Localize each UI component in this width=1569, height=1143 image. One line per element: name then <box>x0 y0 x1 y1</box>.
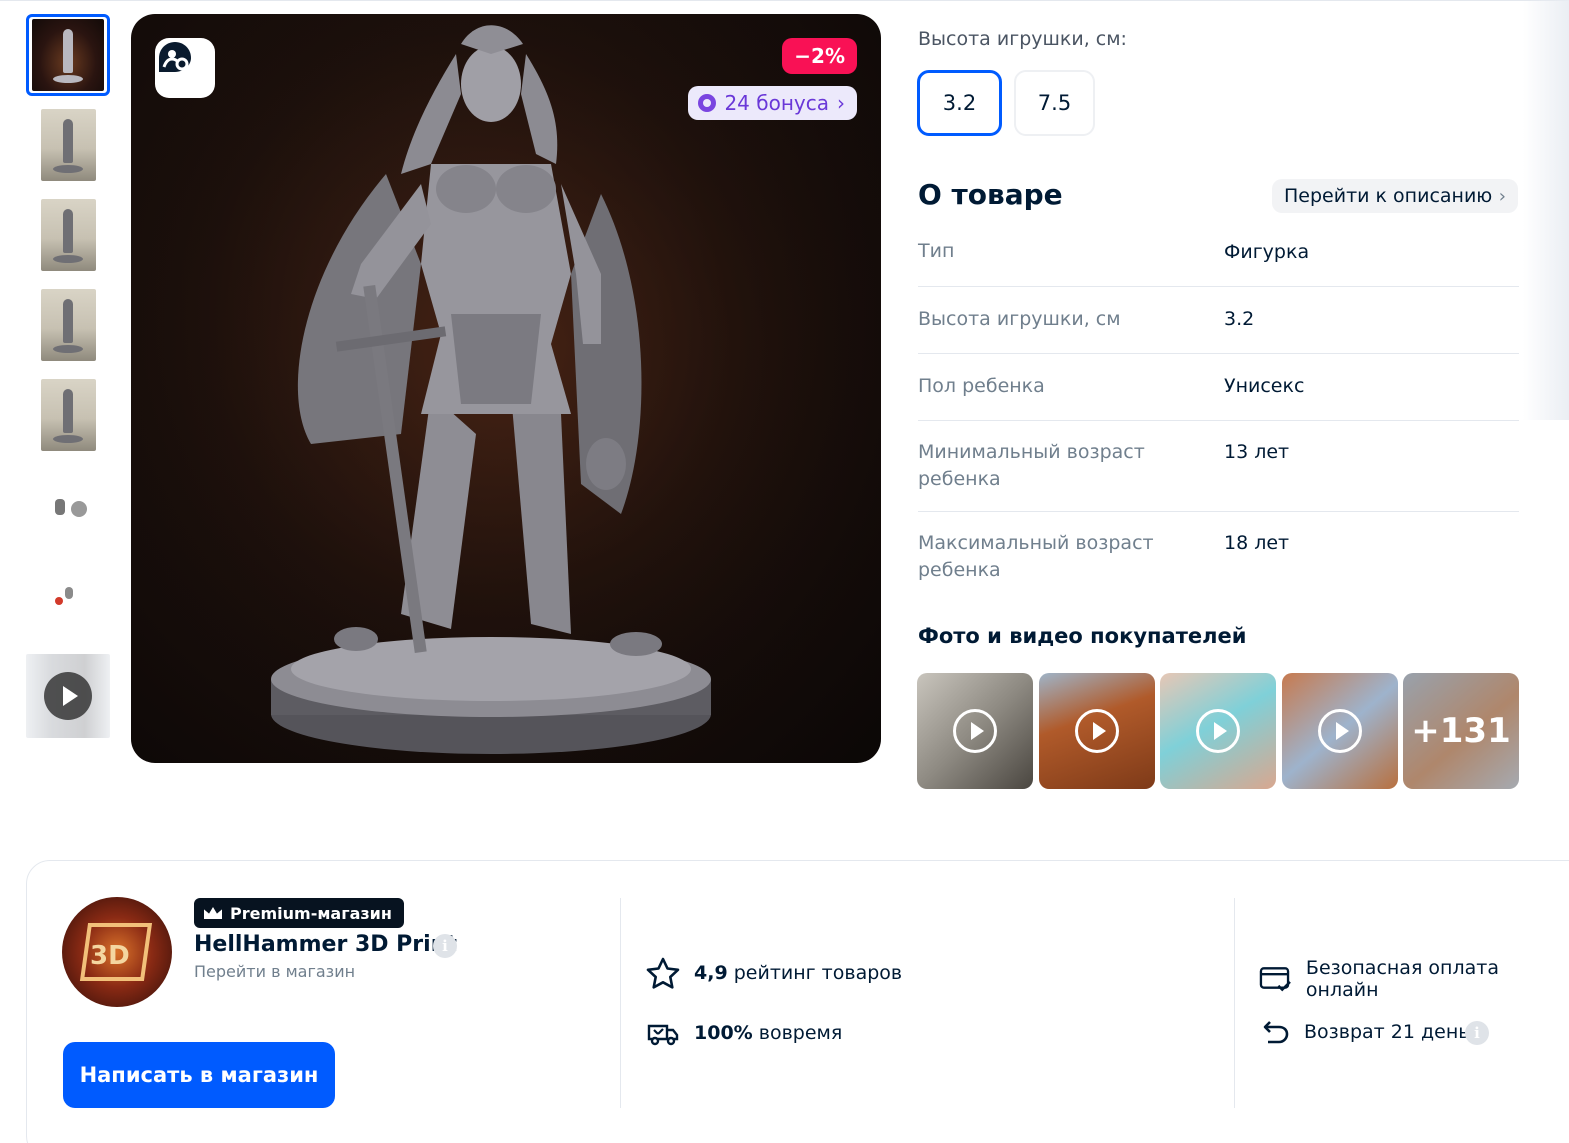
customer-media-more[interactable]: +131 <box>1403 673 1519 789</box>
delivery-truck-icon <box>647 1024 679 1046</box>
about-title: О товаре <box>918 178 1063 211</box>
rating-stat: 4,9 рейтинг товаров <box>646 957 902 989</box>
customer-video-3[interactable] <box>1160 673 1276 789</box>
property-value: Фигурка <box>1224 241 1310 263</box>
property-value: Унисекс <box>1224 375 1305 397</box>
return-text: Возврат 21 день <box>1304 1021 1470 1043</box>
top-border <box>0 0 1569 4</box>
thumbnail-image <box>40 379 96 451</box>
chevron-right-icon: › <box>837 91 845 115</box>
goto-description-button[interactable]: Перейти к описанию › <box>1272 179 1518 213</box>
property-value: 3.2 <box>1224 308 1255 330</box>
premium-label: Premium-магазин <box>230 903 392 923</box>
play-icon <box>44 672 92 720</box>
properties-table: Тип Фигурка Высота игрушки, см 3.2 Пол р… <box>918 226 1519 604</box>
thumbnail-1[interactable] <box>26 14 110 96</box>
property-key: Тип <box>918 240 955 262</box>
thumbnail-3[interactable] <box>26 194 110 276</box>
star-icon <box>646 957 680 989</box>
crown-icon <box>204 907 222 919</box>
property-row: Высота игрушки, см 3.2 <box>918 287 1519 354</box>
property-key: Высота игрушки, см <box>918 308 1121 330</box>
more-count: +131 <box>1403 673 1519 789</box>
thumbnail-image <box>40 199 96 271</box>
secure-payment-stat: Безопасная оплата онлайн <box>1259 957 1569 1001</box>
card-check-icon <box>1259 967 1291 992</box>
thumbnail-image <box>40 289 96 361</box>
thumbnail-4[interactable] <box>26 284 110 366</box>
shop-name[interactable]: HellHammer 3D Print <box>194 932 457 957</box>
property-key: Пол ребенка <box>918 375 1045 397</box>
customer-video-2[interactable] <box>1039 673 1155 789</box>
play-icon <box>1075 709 1119 753</box>
scroll-fade <box>1523 0 1569 420</box>
thumbnail-image <box>41 559 96 631</box>
discount-badge: −2% <box>782 38 857 74</box>
play-icon <box>1318 709 1362 753</box>
property-key: Максимальный возраст ребенка <box>918 532 1154 581</box>
return-info-icon[interactable]: i <box>1465 1021 1489 1045</box>
customer-video-4[interactable] <box>1282 673 1398 789</box>
thumbnail-image <box>32 19 104 91</box>
customer-video-1[interactable] <box>917 673 1033 789</box>
divider <box>620 898 621 1108</box>
write-to-shop-button[interactable]: Написать в магазин <box>63 1042 335 1108</box>
thumbnail-6[interactable] <box>26 464 110 546</box>
chevron-right-icon: › <box>1498 185 1506 207</box>
bonus-badge[interactable]: 24 бонуса › <box>688 86 857 120</box>
thumbnail-image <box>41 469 96 541</box>
size-option-7-5[interactable]: 7.5 <box>1014 70 1095 136</box>
property-row: Минимальный возраст ребенка 13 лет <box>918 421 1519 512</box>
secure-payment-text: Безопасная оплата онлайн <box>1305 957 1499 1001</box>
play-icon <box>1196 709 1240 753</box>
thumbnail-image <box>40 109 96 181</box>
property-row: Тип Фигурка <box>918 226 1519 287</box>
property-key: Минимальный возраст ребенка <box>918 441 1145 490</box>
premium-badge: Premium-магазин <box>194 898 404 928</box>
photo-search-button[interactable] <box>155 38 215 98</box>
return-arrow-icon <box>1263 1021 1289 1044</box>
thumbnail-2[interactable] <box>26 104 110 186</box>
video-thumbnail-image <box>26 654 110 738</box>
size-label: Высота игрушки, см: <box>918 28 1127 50</box>
ontime-value: 100% <box>694 1022 753 1044</box>
property-value: 13 лет <box>1224 441 1290 463</box>
info-icon[interactable]: i <box>433 934 457 958</box>
thumbnail-5[interactable] <box>26 374 110 456</box>
play-icon <box>953 709 997 753</box>
rating-text: рейтинг товаров <box>733 962 903 984</box>
thumbnail-video[interactable] <box>26 654 110 738</box>
ontime-stat: 100% вовремя <box>646 1018 842 1048</box>
goto-shop-link[interactable]: Перейти в магазин <box>194 962 355 981</box>
bonus-label: 24 бонуса <box>724 91 829 115</box>
photo-search-icon <box>159 42 192 74</box>
rating-value: 4,9 <box>694 962 728 984</box>
bonus-coin-icon <box>698 94 717 112</box>
return-stat: Возврат 21 день <box>1262 1018 1469 1046</box>
size-option-3-2[interactable]: 3.2 <box>917 70 1002 136</box>
thumbnail-7[interactable] <box>26 554 110 636</box>
property-value: 18 лет <box>1224 532 1290 554</box>
figurine-illustration <box>131 14 881 763</box>
main-product-image[interactable]: −2% 24 бонуса › <box>131 14 881 763</box>
customer-media-title: Фото и видео покупателей <box>918 624 1247 648</box>
goto-description-label: Перейти к описанию <box>1284 185 1493 207</box>
property-row: Максимальный возраст ребенка 18 лет <box>918 512 1519 604</box>
shop-avatar[interactable]: 3D <box>62 897 172 1007</box>
divider <box>1234 898 1235 1108</box>
ontime-text: вовремя <box>758 1022 843 1044</box>
property-row: Пол ребенка Унисекс <box>918 354 1519 421</box>
